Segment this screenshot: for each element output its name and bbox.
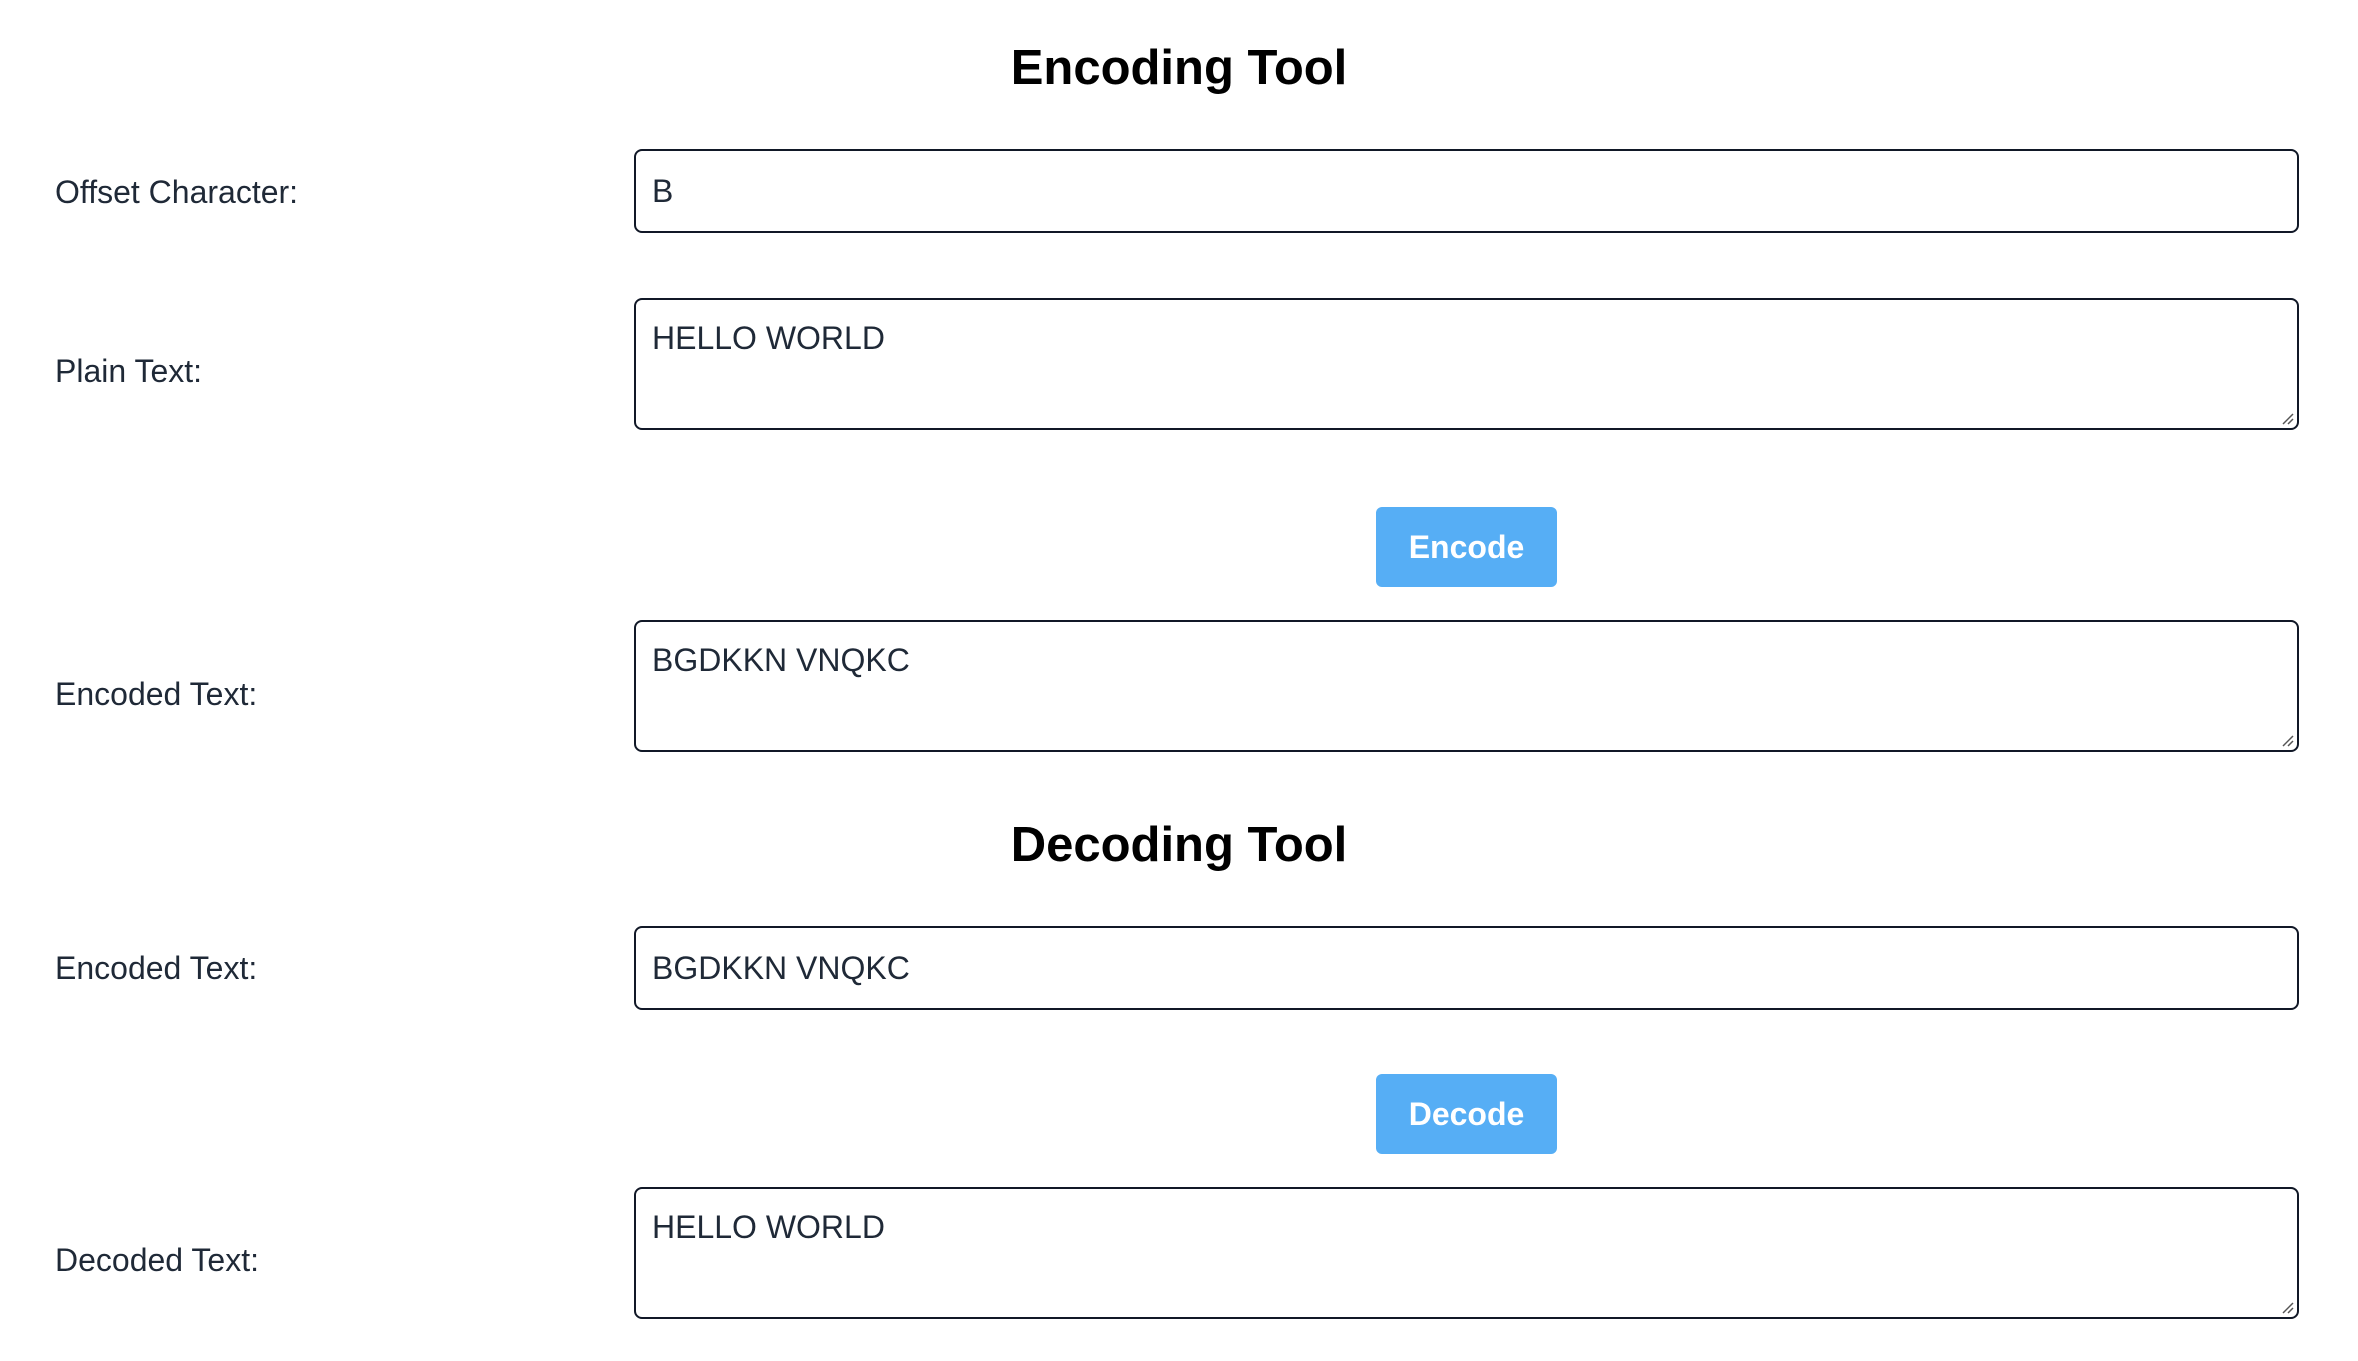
encoded-text-value: BGDKKN VNQKC (652, 642, 910, 678)
decode-button[interactable]: Decode (1376, 1074, 1557, 1154)
decoded-text-value: HELLO WORLD (652, 1209, 885, 1245)
resize-grip-icon[interactable] (2280, 733, 2294, 747)
offset-character-label: Offset Character: (55, 174, 299, 210)
encoded-text-area[interactable]: BGDKKN VNQKC (634, 620, 2299, 752)
plain-text-label: Plain Text: (55, 353, 203, 389)
decode-encoded-text-label: Encoded Text: (55, 950, 258, 986)
decoded-text-area[interactable]: HELLO WORLD (634, 1187, 2299, 1319)
encode-button[interactable]: Encode (1376, 507, 1557, 587)
encoding-tool-title: Encoding Tool (1010, 41, 1348, 95)
decoded-text-label: Decoded Text: (55, 1242, 259, 1278)
decode-encoded-text-input[interactable] (634, 926, 2299, 1010)
decoding-tool-title: Decoding Tool (1010, 818, 1348, 872)
plain-text-area[interactable]: HELLO WORLD (634, 298, 2299, 430)
encoded-text-label: Encoded Text: (55, 676, 258, 712)
offset-character-input[interactable] (634, 149, 2299, 233)
resize-grip-icon[interactable] (2280, 411, 2294, 425)
plain-text-value: HELLO WORLD (652, 320, 885, 356)
resize-grip-icon[interactable] (2280, 1300, 2294, 1314)
